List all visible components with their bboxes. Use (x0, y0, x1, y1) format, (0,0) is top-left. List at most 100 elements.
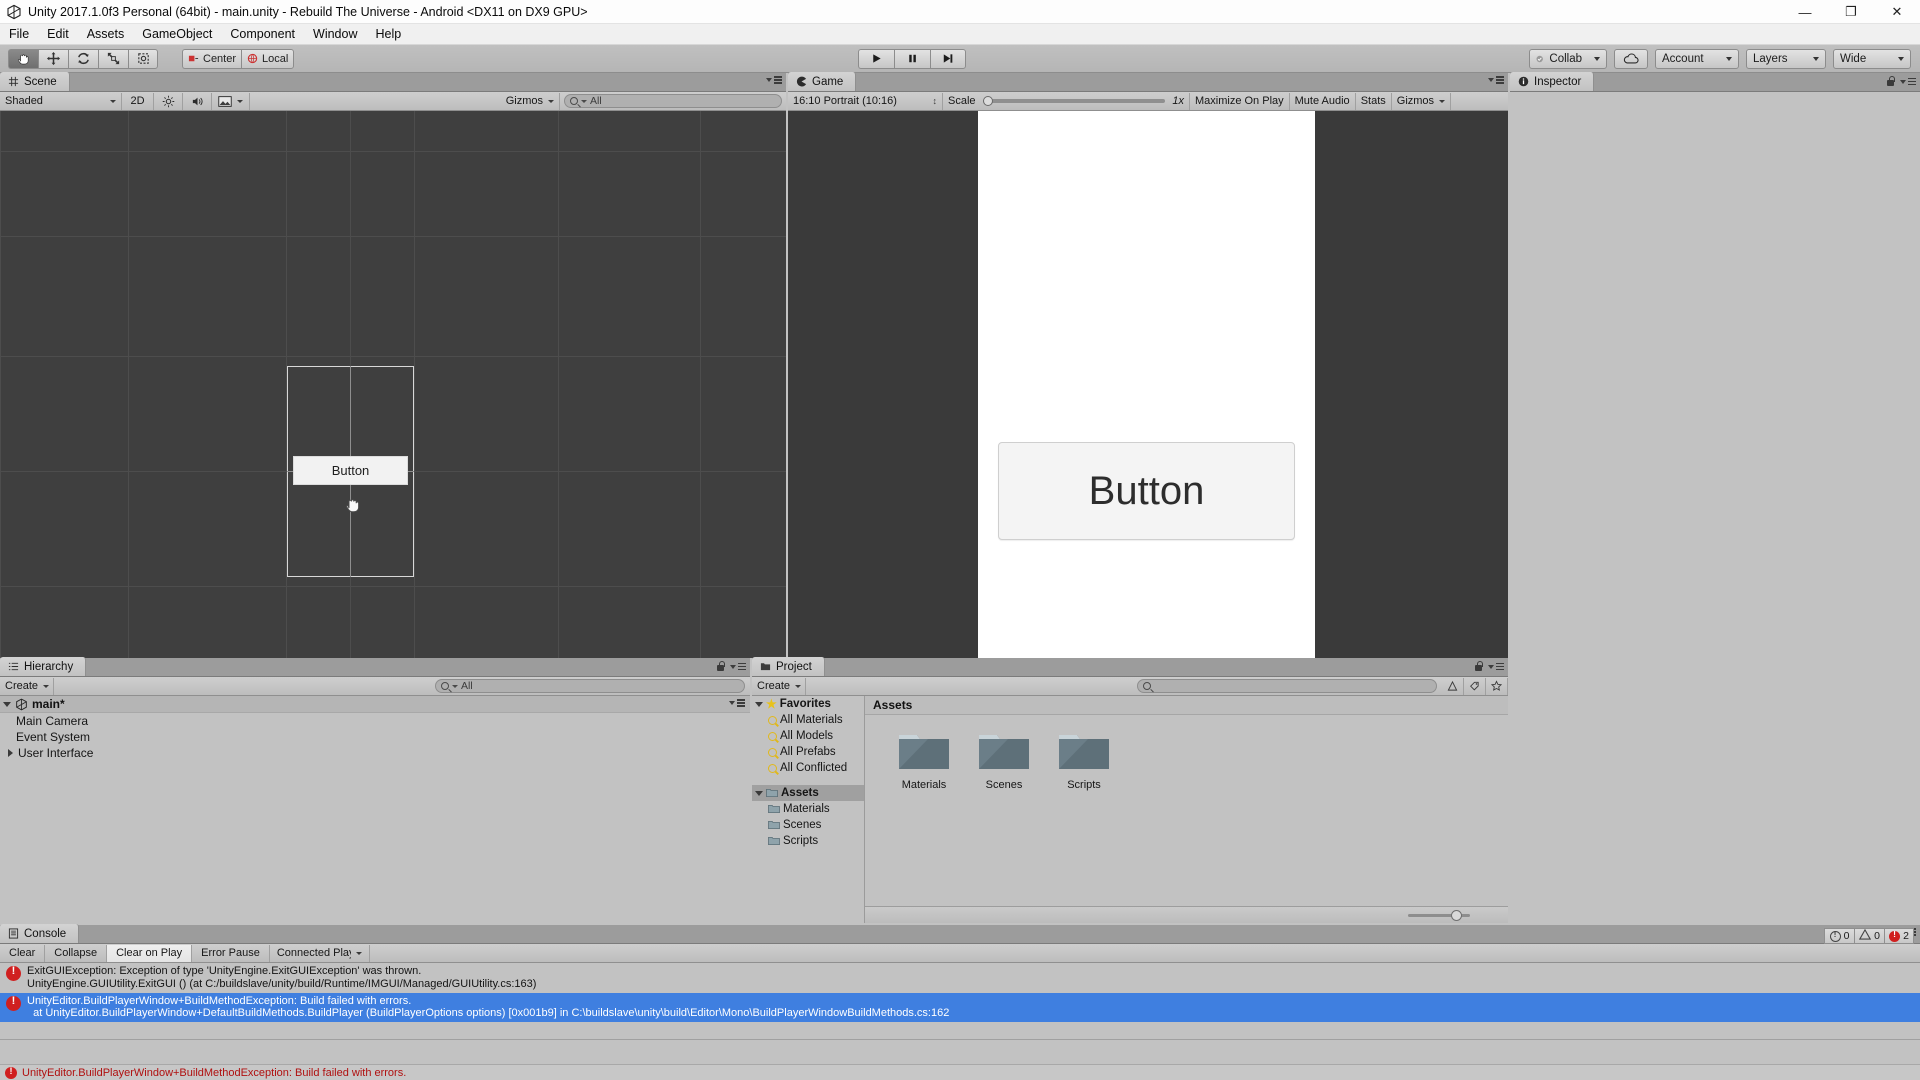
minimize-button[interactable]: — (1782, 0, 1828, 24)
project-tree-folder-scenes[interactable]: Scenes (752, 817, 864, 833)
tab-inspector[interactable]: Inspector (1510, 72, 1595, 91)
hierarchy-tree[interactable]: main* Main Camera Event System User Inte… (0, 696, 750, 923)
rotate-tool-button[interactable] (68, 48, 98, 69)
project-asset-browser[interactable]: Assets Materials Scenes Scripts (865, 696, 1508, 923)
scene-tab-menu[interactable] (766, 76, 782, 84)
collab-button[interactable]: Collab (1529, 48, 1608, 69)
project-favorite-all-materials[interactable]: All Materials (752, 712, 864, 728)
game-mute-toggle[interactable]: Mute Audio (1290, 92, 1356, 110)
project-favorite-all-conflicted[interactable]: All Conflicted (752, 760, 864, 776)
hierarchy-search-input[interactable]: All (435, 679, 745, 693)
game-viewport[interactable]: Button (788, 111, 1508, 726)
hand-tool-button[interactable] (8, 48, 38, 69)
panel-menu-icon[interactable] (1488, 662, 1504, 671)
console-collapse-toggle[interactable]: Collapse (45, 944, 108, 962)
menu-help[interactable]: Help (366, 25, 410, 43)
console-log-list[interactable]: ExitGUIException: Exception of type 'Uni… (0, 963, 1920, 1039)
hierarchy-item-main-camera[interactable]: Main Camera (0, 713, 750, 729)
scene-fx-dropdown[interactable] (212, 92, 250, 110)
console-detail-pane[interactable]: UnityEditor.BuildPlayerWindow+BuildMetho… (0, 1039, 1920, 1078)
layers-button[interactable]: Layers (1746, 48, 1827, 69)
game-scale-slider[interactable] (982, 95, 1166, 107)
project-zoom-slider[interactable] (1408, 909, 1470, 921)
console-log-row-0[interactable]: ExitGUIException: Exception of type 'Uni… (0, 963, 1920, 993)
menu-assets[interactable]: Assets (78, 25, 134, 43)
lock-icon[interactable] (716, 661, 725, 672)
pause-button[interactable] (893, 48, 930, 69)
rect-tool-button[interactable] (128, 48, 158, 69)
account-button[interactable]: Account (1655, 48, 1740, 69)
game-button-object[interactable]: Button (998, 442, 1295, 540)
hierarchy-item-event-system[interactable]: Event System (0, 729, 750, 745)
project-favorite-all-prefabs[interactable]: All Prefabs (752, 744, 864, 760)
scale-tool-button[interactable] (98, 48, 128, 69)
game-tab-menu[interactable] (1488, 76, 1504, 84)
panel-menu-icon[interactable] (729, 699, 745, 707)
console-error-count[interactable]: 2 (1884, 928, 1914, 944)
tab-scene[interactable]: Scene (0, 72, 70, 91)
panel-menu-icon[interactable] (1488, 76, 1504, 84)
scene-search-input[interactable]: All (564, 94, 782, 108)
hierarchy-item-user-interface[interactable]: User Interface (0, 745, 750, 761)
asset-item-scenes[interactable]: Scenes (973, 729, 1035, 791)
scene-draw-mode-dropdown[interactable]: Shaded (0, 92, 122, 110)
console-clear-button[interactable]: Clear (0, 944, 46, 962)
tab-console[interactable]: Console (0, 924, 80, 943)
scene-viewport[interactable]: Button (0, 111, 786, 658)
project-favorite-button[interactable] (1486, 677, 1508, 695)
project-favorite-all-models[interactable]: All Models (752, 728, 864, 744)
layout-button[interactable]: Wide (1833, 48, 1912, 69)
project-tree-assets-root[interactable]: Assets (752, 785, 864, 801)
game-render-area[interactable]: Button (978, 111, 1315, 658)
game-stats-toggle[interactable]: Stats (1356, 92, 1392, 110)
lock-icon[interactable] (1886, 76, 1895, 87)
scene-button-object[interactable]: Button (293, 456, 408, 485)
play-button[interactable] (857, 48, 894, 69)
scene-lighting-toggle[interactable] (154, 92, 183, 110)
project-tree-folder-materials[interactable]: Materials (752, 801, 864, 817)
chevron-down-icon[interactable] (755, 701, 763, 707)
project-create-button[interactable]: Create (752, 677, 806, 695)
project-tree-folder-scripts[interactable]: Scripts (752, 833, 864, 849)
asset-item-scripts[interactable]: Scripts (1053, 729, 1115, 791)
game-gizmos-dropdown[interactable]: Gizmos (1392, 92, 1452, 110)
panel-menu-icon[interactable] (1900, 77, 1916, 86)
space-mode-button[interactable]: Local (241, 48, 295, 69)
project-tree[interactable]: ★ Favorites All Materials All Models All… (752, 696, 865, 923)
tab-hierarchy[interactable]: Hierarchy (0, 657, 87, 676)
asset-item-materials[interactable]: Materials (893, 729, 955, 791)
console-info-count[interactable]: 0 (1824, 928, 1854, 944)
game-maximize-toggle[interactable]: Maximize On Play (1190, 92, 1290, 110)
console-connected-player-dropdown[interactable]: Connected Player (270, 944, 370, 962)
tab-project[interactable]: Project (752, 657, 825, 676)
menu-component[interactable]: Component (221, 25, 304, 43)
pivot-mode-button[interactable]: Center (182, 48, 242, 69)
cloud-button[interactable] (1614, 48, 1649, 69)
game-scale-slider-row[interactable]: Scale 1x (943, 92, 1190, 110)
console-log-row-1[interactable]: UnityEditor.BuildPlayerWindow+BuildMetho… (0, 992, 1920, 1023)
scene-audio-toggle[interactable] (183, 92, 212, 110)
menu-edit[interactable]: Edit (38, 25, 78, 43)
chevron-right-icon[interactable] (8, 749, 13, 757)
lock-icon[interactable] (1474, 661, 1483, 672)
game-aspect-dropdown[interactable]: 16:10 Portrait (10:16) ↕ (788, 92, 943, 110)
project-filter-type-button[interactable] (1442, 677, 1464, 695)
project-search-input[interactable] (1137, 679, 1437, 693)
chevron-down-icon[interactable] (3, 701, 11, 707)
scene-gizmos-dropdown[interactable]: Gizmos (501, 92, 560, 110)
scene-2d-toggle[interactable]: 2D (122, 92, 154, 110)
console-clear-on-play-toggle[interactable]: Clear on Play (107, 944, 193, 962)
chevron-down-icon[interactable] (755, 790, 763, 796)
menu-file[interactable]: File (0, 25, 38, 43)
console-status-bar[interactable]: UnityEditor.BuildPlayerWindow+BuildMetho… (0, 1064, 1920, 1080)
maximize-button[interactable]: ❐ (1828, 0, 1874, 24)
step-button[interactable] (929, 48, 966, 69)
menu-gameobject[interactable]: GameObject (133, 25, 221, 43)
close-button[interactable]: ✕ (1874, 0, 1920, 24)
tab-game[interactable]: Game (788, 72, 857, 91)
panel-menu-icon[interactable] (730, 662, 746, 671)
move-tool-button[interactable] (38, 48, 68, 69)
menu-window[interactable]: Window (304, 25, 366, 43)
console-warning-count[interactable]: 0 (1854, 928, 1884, 944)
hierarchy-create-button[interactable]: Create (0, 677, 54, 695)
